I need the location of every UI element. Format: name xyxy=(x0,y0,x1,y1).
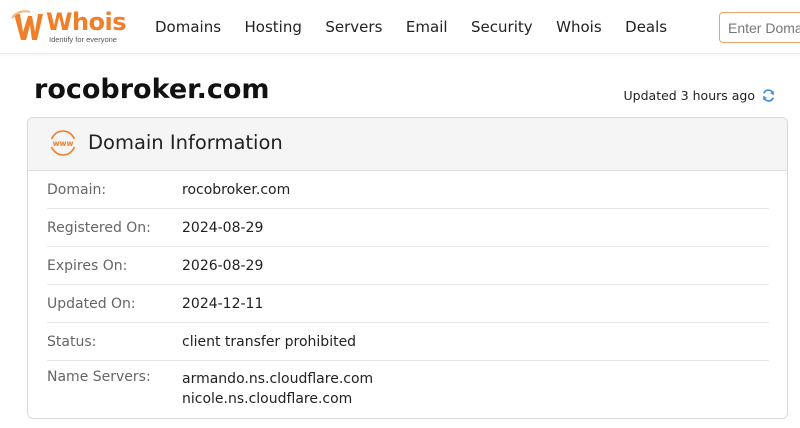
nav-item-security[interactable]: Security xyxy=(471,18,533,36)
row-label: Status: xyxy=(47,333,97,350)
updated-status: Updated 3 hours ago xyxy=(624,88,776,103)
domain-info-table: Domain: rocobroker.com Registered On: 20… xyxy=(47,171,769,418)
updated-text: Updated 3 hours ago xyxy=(623,88,755,103)
name-server: nicole.ns.cloudflare.com xyxy=(182,391,353,407)
whois-logo[interactable]: Whois Identify for everyone xyxy=(10,8,135,46)
nav-item-email[interactable]: Email xyxy=(406,18,448,36)
row-value: client transfer prohibited xyxy=(182,333,357,350)
row-value: 2024-12-11 xyxy=(182,295,264,312)
name-server: armando.ns.cloudflare.com xyxy=(182,371,374,387)
nav-item-domains[interactable]: Domains xyxy=(155,18,221,36)
row-label: Registered On: xyxy=(47,219,151,236)
www-icon-text: www xyxy=(53,139,74,148)
row-label: Expires On: xyxy=(47,257,128,274)
site-header: Whois Identify for everyone Domains Host… xyxy=(0,0,800,54)
domain-info-card: www Domain Information Domain: rocobroke… xyxy=(27,117,788,419)
row-value: rocobroker.com xyxy=(182,181,291,198)
table-row: Updated On: 2024-12-11 xyxy=(47,285,769,323)
table-row: Domain: rocobroker.com xyxy=(47,171,769,209)
row-label: Domain: xyxy=(47,181,107,198)
table-row: Expires On: 2026-08-29 xyxy=(47,247,769,285)
logo-mark-icon xyxy=(11,10,43,40)
logo-wordmark: Whois xyxy=(46,8,127,36)
page-title: rocobroker.com xyxy=(34,74,270,105)
refresh-icon[interactable] xyxy=(761,88,776,103)
table-row-name-servers: Name Servers: armando.ns.cloudflare.com … xyxy=(47,361,769,418)
row-value: 2024-08-29 xyxy=(182,219,264,236)
table-row: Status: client transfer prohibited xyxy=(47,323,769,361)
domain-search-input[interactable] xyxy=(719,12,800,43)
nav-item-hosting[interactable]: Hosting xyxy=(245,18,302,36)
nav-item-deals[interactable]: Deals xyxy=(625,18,667,36)
row-label: Name Servers: xyxy=(47,369,151,385)
card-header: www Domain Information xyxy=(28,118,787,171)
row-label: Updated On: xyxy=(47,295,136,312)
row-value: 2026-08-29 xyxy=(182,257,264,274)
main-nav: Domains Hosting Servers Email Security W… xyxy=(155,0,691,54)
name-servers-value: armando.ns.cloudflare.com nicole.ns.clou… xyxy=(182,369,373,409)
logo-tagline: Identify for everyone xyxy=(49,35,117,44)
www-icon: www xyxy=(50,130,76,156)
nav-item-servers[interactable]: Servers xyxy=(325,18,382,36)
table-row: Registered On: 2024-08-29 xyxy=(47,209,769,247)
card-title: Domain Information xyxy=(88,131,283,154)
nav-item-whois[interactable]: Whois xyxy=(556,18,602,36)
